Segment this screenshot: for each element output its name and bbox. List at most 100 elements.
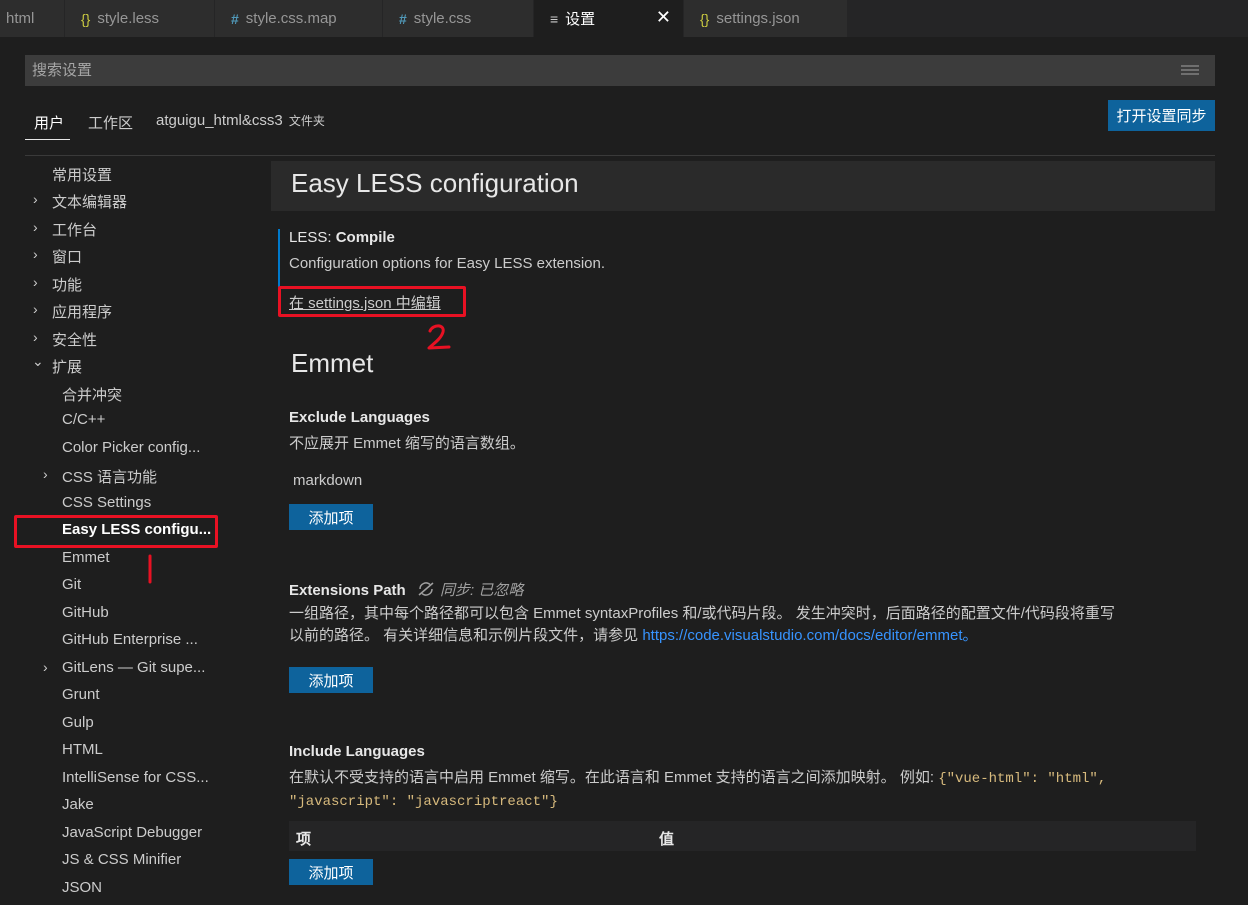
filter-list-icon[interactable] (1181, 65, 1199, 77)
toc-item-gulp[interactable]: Gulp (62, 714, 94, 731)
toc-item-css-language[interactable]: CSS 语言功能 (62, 466, 157, 487)
toc-item-text-editor[interactable]: 文本编辑器 (52, 191, 127, 212)
setting-description: 一组路径，其中每个路径都可以包含 Emmet syntaxProfiles 和/… (289, 603, 1199, 647)
tab-settings-json[interactable]: {} settings.json (684, 0, 848, 37)
toc-item-json[interactable]: JSON (62, 879, 102, 896)
toc-item-security[interactable]: 安全性 (52, 329, 97, 350)
sync-ignored-label: 同步: 已忽略 (440, 582, 524, 599)
tab-label: style.less (97, 10, 160, 27)
tab-html[interactable]: html (0, 0, 65, 37)
tab-settings[interactable]: ≡ 设置 ✕ (534, 0, 684, 37)
chevron-right-icon[interactable]: › (33, 246, 38, 262)
setting-category: LESS: (289, 229, 336, 246)
description-line: 一组路径，其中每个路径都可以包含 Emmet syntaxProfiles 和/… (289, 605, 1115, 622)
toc-item-jake[interactable]: Jake (62, 796, 94, 813)
annotation-mark-2 (427, 324, 451, 350)
toc-item-merge-conflict[interactable]: 合并冲突 (62, 384, 122, 405)
description-text: 在默认不受支持的语言中启用 Emmet 缩写。在此语言和 Emmet 支持的语言… (289, 769, 939, 786)
setting-name: Compile (335, 229, 395, 246)
toc-item-css-settings[interactable]: CSS Settings (62, 494, 151, 511)
toc-item-github[interactable]: GitHub (62, 604, 109, 621)
tab-style-css[interactable]: # style.css (383, 0, 534, 37)
annotation-mark-1 (148, 554, 152, 584)
setting-description: 不应展开 Emmet 缩写的语言数组。 (289, 435, 525, 452)
tab-user[interactable]: 用户 (34, 112, 64, 133)
setting-description: 在默认不受支持的语言中启用 Emmet 缩写。在此语言和 Emmet 支持的语言… (289, 767, 1199, 813)
tab-label: html (6, 10, 35, 27)
setting-name: Extensions Path (289, 582, 406, 599)
toc-item-js-css-minifier[interactable]: JS & CSS Minifier (62, 851, 181, 868)
toc-item-window[interactable]: 窗口 (52, 246, 82, 267)
description-line: 在默认不受支持的语言中启用 Emmet 缩写。在此语言和 Emmet 支持的语言… (289, 767, 1199, 790)
setting-title-extensions-path: Extensions Path 同步: 已忽略 (289, 579, 523, 600)
turn-on-settings-sync-button[interactable]: 打开设置同步 (1108, 100, 1215, 131)
toc-item-common[interactable]: 常用设置 (52, 164, 112, 185)
chevron-down-icon[interactable]: ⌄ (32, 353, 44, 370)
description-line: "javascript": "javascriptreact"} (289, 790, 1199, 813)
add-item-button[interactable]: 添加项 (289, 859, 373, 885)
settings-list-icon: ≡ (550, 10, 559, 27)
annotation-box-1 (14, 515, 218, 548)
column-header-key: 项 (296, 831, 312, 848)
toc-item-emmet[interactable]: Emmet (62, 549, 110, 566)
folder-suffix: 文件夹 (288, 114, 325, 128)
setting-description: Configuration options for Easy LESS exte… (289, 255, 606, 272)
tab-folder[interactable]: atguigu_html&css3 文件夹 (156, 112, 325, 129)
tab-label: 设置 (565, 11, 596, 28)
hash-icon: # (231, 10, 239, 27)
hash-icon: # (399, 10, 407, 27)
json-braces-icon: {} (700, 10, 710, 27)
description-text: 以前的路径。 有关详细信息和示例片段文件，请参见 (289, 627, 643, 644)
tab-style-less[interactable]: {} style.less (65, 0, 215, 37)
description-line: 以前的路径。 有关详细信息和示例片段文件，请参见 https://code.vi… (289, 625, 1199, 647)
json-braces-icon: {} (81, 10, 91, 27)
chevron-right-icon[interactable]: › (43, 659, 48, 675)
chevron-right-icon[interactable]: › (33, 274, 38, 290)
toc-item-gitlens[interactable]: GitLens — Git supe... (62, 659, 205, 676)
setting-title-less-compile: LESS: Compile (289, 229, 395, 246)
add-item-button[interactable]: 添加项 (289, 504, 373, 530)
toc-item-grunt[interactable]: Grunt (62, 686, 100, 703)
chevron-right-icon[interactable]: › (33, 301, 38, 317)
editor-tab-bar: html {} style.less # style.css.map # sty… (0, 0, 1248, 37)
search-input[interactable] (32, 62, 1132, 79)
sync-ignored-indicator: 同步: 已忽略 (410, 582, 524, 599)
toc-item-extensions[interactable]: 扩展 (52, 356, 82, 377)
chevron-right-icon[interactable]: › (33, 191, 38, 207)
chevron-right-icon[interactable]: › (43, 466, 48, 482)
toc-item-cpp[interactable]: C/C++ (62, 411, 105, 428)
toc-item-git[interactable]: Git (62, 576, 81, 593)
sync-ignored-icon (418, 582, 434, 596)
tab-label: settings.json (716, 10, 800, 27)
scope-divider (25, 155, 1215, 156)
key-value-table-header (289, 821, 1196, 851)
code-example: "javascript": "javascriptreact"} (289, 794, 558, 810)
toc-item-js-debugger[interactable]: JavaScript Debugger (62, 824, 202, 841)
toc-item-color-picker[interactable]: Color Picker config... (62, 439, 200, 456)
emmet-docs-link[interactable]: https://code.visualstudio.com/docs/edito… (642, 627, 962, 644)
folder-name: atguigu_html&css3 (156, 112, 283, 129)
toc-item-intellisense-css[interactable]: IntelliSense for CSS... (62, 769, 209, 786)
description-text: 。 (962, 627, 978, 644)
group-title: Easy LESS configuration (291, 168, 579, 198)
toc-item-workbench[interactable]: 工作台 (52, 219, 97, 240)
setting-focus-indicator (278, 229, 280, 287)
tab-label: style.css.map (245, 10, 337, 27)
toc-item-application[interactable]: 应用程序 (52, 301, 112, 322)
list-item[interactable]: markdown (293, 472, 362, 489)
tab-label: style.css (413, 10, 472, 27)
add-item-button[interactable]: 添加项 (289, 667, 373, 693)
chevron-right-icon[interactable]: › (33, 219, 38, 235)
code-example: {"vue-html": "html", (938, 771, 1107, 787)
column-header-value: 值 (659, 831, 675, 848)
toc-item-features[interactable]: 功能 (52, 274, 82, 295)
section-title-emmet: Emmet (291, 348, 374, 378)
toc-item-github-enterprise[interactable]: GitHub Enterprise ... (62, 631, 198, 648)
search-settings-box (25, 55, 1215, 86)
tab-workspace[interactable]: 工作区 (88, 112, 133, 133)
tab-style-css-map[interactable]: # style.css.map (215, 0, 383, 37)
close-icon[interactable]: ✕ (656, 7, 671, 28)
toc-item-html[interactable]: HTML (62, 741, 103, 758)
active-scope-indicator (25, 139, 70, 140)
chevron-right-icon[interactable]: › (33, 329, 38, 345)
